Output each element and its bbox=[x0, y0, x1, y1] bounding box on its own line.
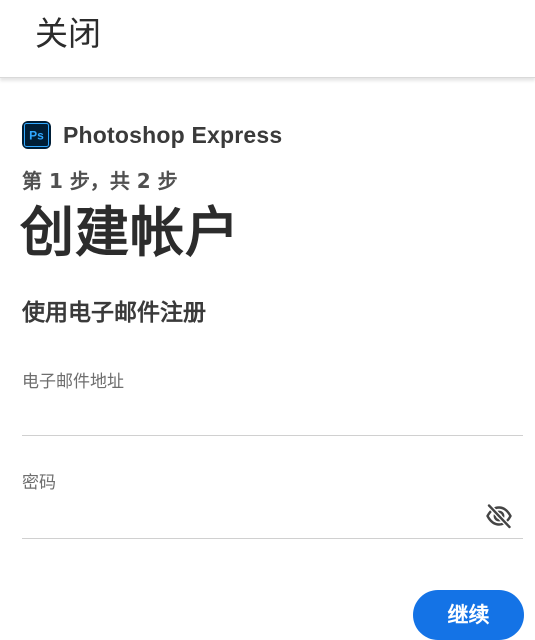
continue-button[interactable]: 继续 bbox=[413, 590, 524, 640]
svg-text:Ps: Ps bbox=[29, 129, 44, 143]
password-field-underline bbox=[22, 538, 523, 539]
email-field-label: 电子邮件地址 bbox=[22, 372, 124, 392]
password-field[interactable] bbox=[22, 500, 477, 536]
section-heading: 使用电子邮件注册 bbox=[22, 300, 206, 326]
close-button[interactable]: 关闭 bbox=[35, 14, 101, 54]
email-field[interactable] bbox=[22, 398, 523, 434]
top-bar: 关闭 bbox=[0, 0, 535, 78]
password-field-label: 密码 bbox=[22, 473, 56, 493]
step-indicator: 第 1 步，共 2 步 bbox=[22, 169, 178, 193]
brand-name: Photoshop Express bbox=[63, 121, 283, 148]
photoshop-express-logo-icon: Ps bbox=[22, 121, 51, 149]
email-field-underline bbox=[22, 435, 523, 436]
eye-slash-icon[interactable] bbox=[485, 502, 513, 530]
page-title: 创建帐户 bbox=[20, 201, 240, 264]
brand-header: Ps Photoshop Express bbox=[22, 121, 282, 149]
